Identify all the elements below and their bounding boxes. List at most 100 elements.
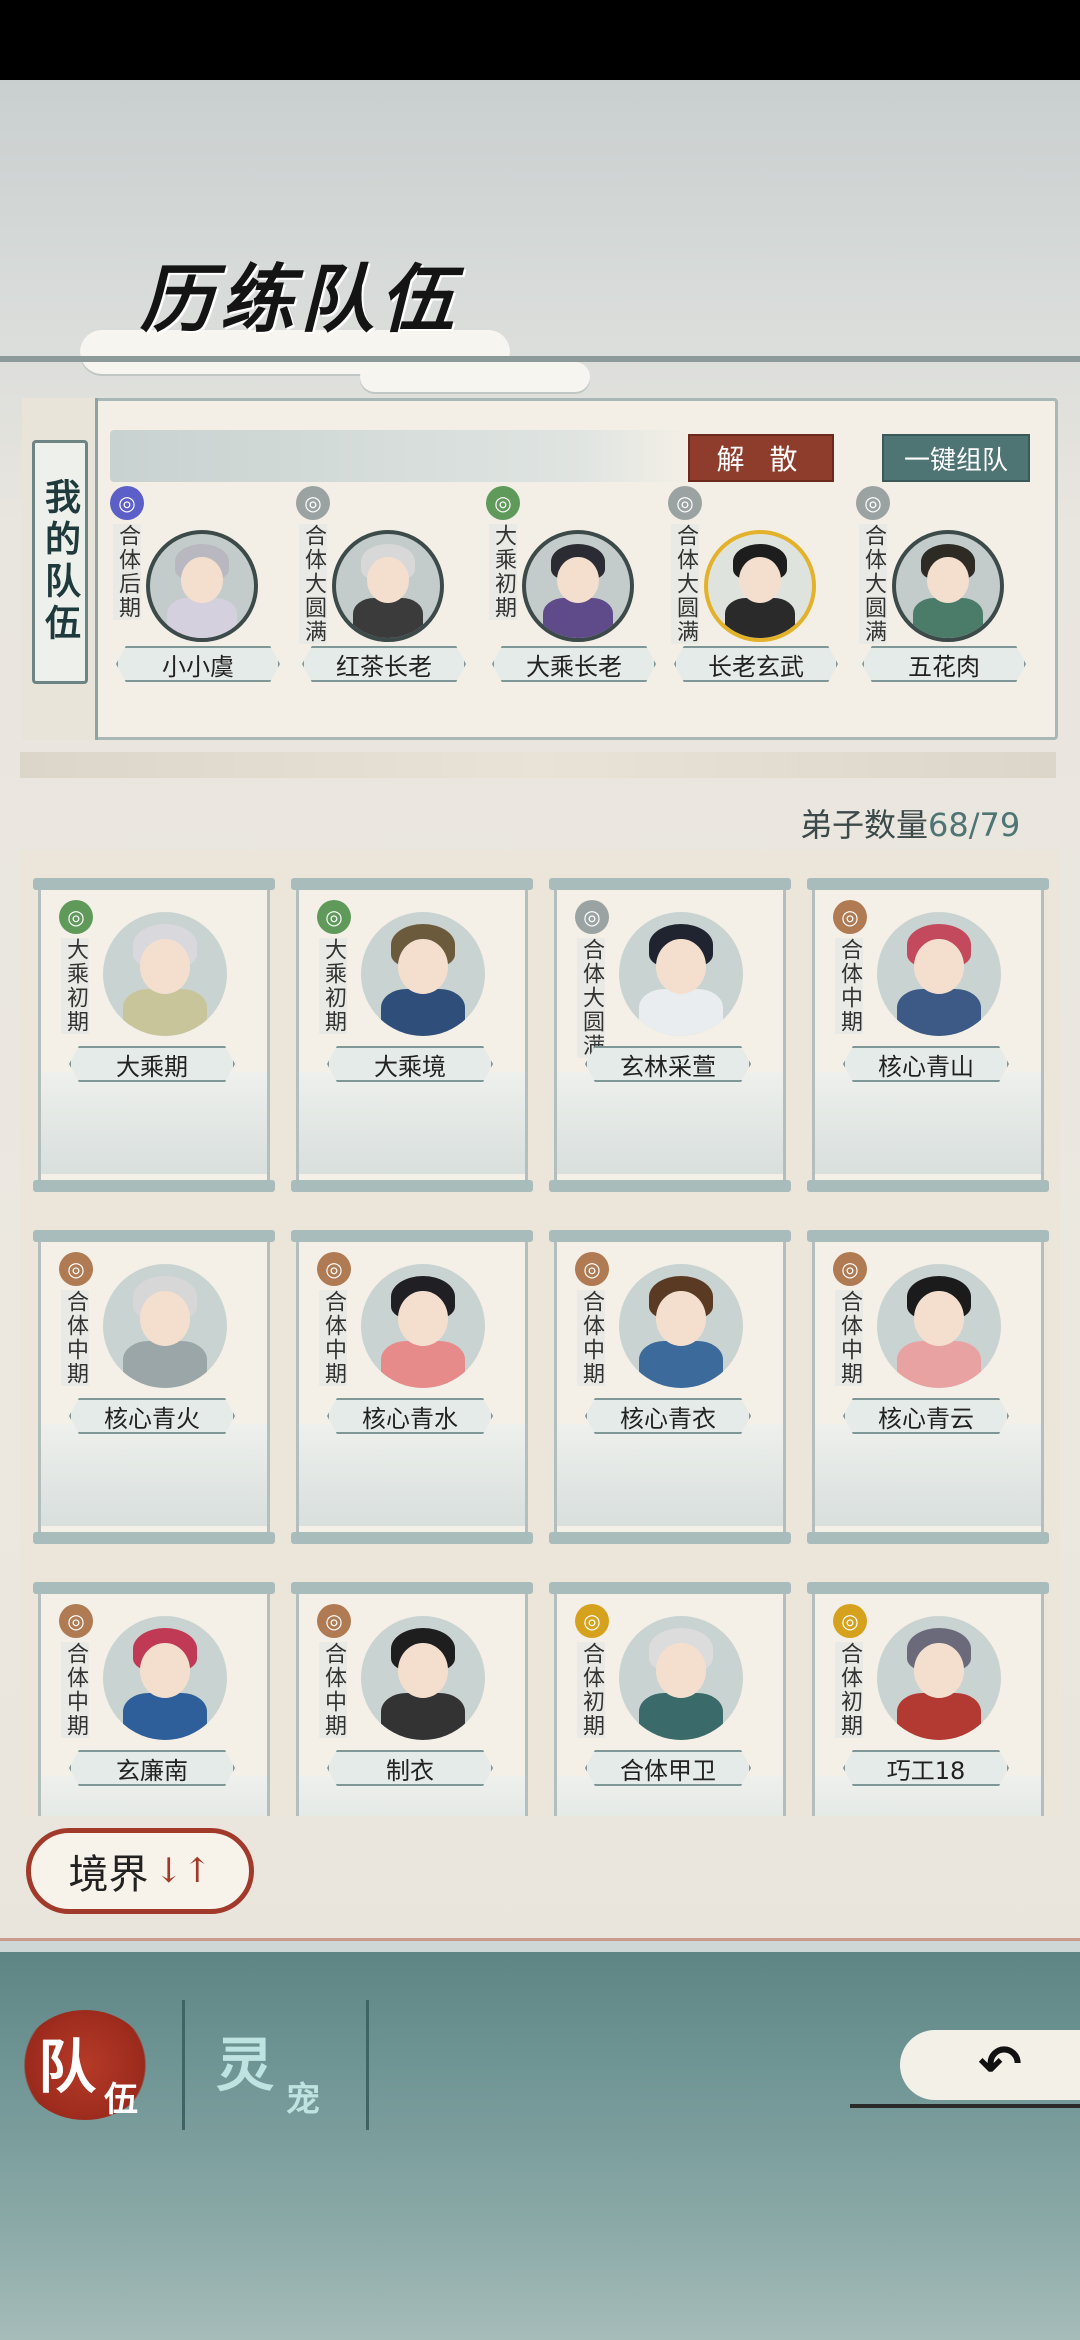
face-shape	[367, 556, 409, 603]
realm-badge-icon: ◎	[833, 1252, 867, 1286]
tab-divider	[182, 2000, 185, 2130]
scroll-rod-top	[33, 1582, 275, 1594]
face-shape	[398, 1643, 448, 1698]
disciple-card[interactable]: ◎ 合体中期 核心青水	[291, 1230, 533, 1544]
disciple-card[interactable]: ◎ 合体中期核心青火	[33, 1230, 275, 1544]
disciple-name-plate: 玄林采萱	[585, 1046, 751, 1082]
member-name-plate: 大乘长老	[492, 646, 656, 682]
tab-pet-char-1: 灵	[216, 2031, 275, 2099]
scroll-rod-top	[549, 1230, 791, 1242]
disciple-card[interactable]: ◎ 合体中期 核心青云	[807, 1230, 1049, 1544]
character-portrait	[877, 1616, 1001, 1740]
scroll-rod-bottom	[33, 1532, 275, 1544]
realm-text: 合体中期	[319, 1290, 347, 1386]
tab-pet[interactable]: 灵 宠	[210, 2010, 340, 2120]
disciple-count-value: 68/79	[928, 806, 1021, 844]
disciple-name-plate: 巧工18	[843, 1750, 1009, 1786]
roof-line-decoration	[0, 356, 1080, 362]
face-shape	[914, 1291, 964, 1346]
sort-label: 境界	[68, 1852, 149, 1898]
body-shape	[380, 988, 466, 1036]
team-panel-bottom-band	[20, 752, 1056, 778]
body-shape	[380, 1340, 466, 1388]
body-shape	[352, 598, 424, 638]
disciple-grid[interactable]: ◎ 大乘初期 大乘期 ◎ 大乘初期 大乘境 ◎ 合体大圆满 玄林采萱 ◎ 合体中期 核心青山 ◎ 合体中期…	[20, 850, 1060, 1816]
scroll-rod-top	[807, 1582, 1049, 1594]
character-portrait	[332, 530, 444, 642]
body-shape	[638, 1340, 724, 1388]
disciple-count: 弟子数量68/79	[800, 800, 1020, 846]
disciple-name-plate: 大乘期	[69, 1046, 235, 1082]
disciple-card[interactable]: ◎ 大乘初期 大乘期	[33, 878, 275, 1192]
back-arrow-icon[interactable]: ↶	[960, 2030, 1040, 2100]
disciple-card[interactable]: ◎ 合体中期 核心青山	[807, 878, 1049, 1192]
member-name-plate: 小小虞	[116, 646, 280, 682]
card-mist-decoration	[41, 1072, 267, 1174]
body-shape	[380, 1692, 466, 1740]
team-slot[interactable]: ◎ 合体大圆满 长老玄武	[668, 486, 846, 686]
character-portrait	[619, 1264, 743, 1388]
scroll-rod-top	[291, 878, 533, 890]
realm-text: 合体初期	[835, 1642, 863, 1738]
realm-badge-icon: ◎	[59, 1252, 93, 1286]
scroll-rod-top	[291, 1230, 533, 1242]
scroll-rod-top	[33, 878, 275, 890]
scroll-rod-top	[549, 1582, 791, 1594]
tab-team[interactable]: 队 伍	[20, 2010, 150, 2120]
realm-text: 合体中期	[61, 1290, 89, 1386]
team-header-bar	[110, 430, 690, 482]
scroll-rod-top	[807, 1230, 1049, 1242]
realm-text: 合体中期	[835, 938, 863, 1034]
body-shape	[122, 1692, 208, 1740]
character-portrait	[704, 530, 816, 642]
team-slot[interactable]: ◎ 合体大圆满 红茶长老	[296, 486, 474, 686]
disciple-card[interactable]: ◎ 合体大圆满 玄林采萱	[549, 878, 791, 1192]
face-shape	[656, 1291, 706, 1346]
disciple-name-plate: 核心青火	[69, 1398, 235, 1434]
team-slot[interactable]: ◎ 大乘初期 大乘长老	[486, 486, 664, 686]
disciple-card[interactable]: ◎ 大乘初期 大乘境	[291, 878, 533, 1192]
character-portrait	[522, 530, 634, 642]
title-cloud-decoration-2	[360, 362, 590, 392]
team-slot[interactable]: ◎ 合体大圆满 五花肉	[856, 486, 1034, 686]
realm-text: 合体大圆满	[577, 938, 605, 1058]
disband-button[interactable]: 解 散	[688, 434, 834, 482]
scroll-rod-top	[549, 878, 791, 890]
realm-badge-icon: ◎	[59, 900, 93, 934]
face-shape	[398, 1291, 448, 1346]
team-slot[interactable]: ◎ 合体后期 小小虞	[110, 486, 288, 686]
face-shape	[140, 1643, 190, 1698]
disciple-name-plate: 大乘境	[327, 1046, 493, 1082]
page-title: 历练队伍	[140, 257, 460, 343]
sort-by-realm-button[interactable]: 境界 ↓↑	[26, 1828, 254, 1914]
character-portrait	[361, 1264, 485, 1388]
realm-badge-icon: ◎	[317, 1604, 351, 1638]
body-shape	[122, 1340, 208, 1388]
character-portrait	[361, 912, 485, 1036]
disciple-card[interactable]: ◎ 合体初期 巧工18	[807, 1582, 1049, 1816]
character-portrait	[146, 530, 258, 642]
disciple-card[interactable]: ◎ 合体中期 玄廉南	[33, 1582, 275, 1816]
member-name-plate: 长老玄武	[674, 646, 838, 682]
team-panel-label: 我的队伍	[32, 440, 88, 684]
auto-team-button[interactable]: 一键组队	[882, 434, 1030, 482]
disciple-name-plate: 核心青衣	[585, 1398, 751, 1434]
realm-badge-icon: ◎	[317, 900, 351, 934]
character-portrait	[103, 912, 227, 1036]
scroll-rod-bottom	[807, 1180, 1049, 1192]
face-shape	[927, 556, 969, 603]
realm-badge-icon: ◎	[575, 1252, 609, 1286]
card-mist-decoration	[815, 1072, 1041, 1174]
realm-text: 合体大圆满	[859, 524, 887, 644]
disciple-card[interactable]: ◎ 合体初期 合体甲卫	[549, 1582, 791, 1816]
realm-text: 合体中期	[577, 1290, 605, 1386]
realm-badge-icon: ◎	[833, 900, 867, 934]
face-shape	[739, 556, 781, 603]
character-portrait	[877, 1264, 1001, 1388]
disciple-name-plate: 核心青云	[843, 1398, 1009, 1434]
scroll-rod-top	[33, 1230, 275, 1242]
body-shape	[896, 988, 982, 1036]
bottom-edge	[0, 1938, 1080, 1952]
disciple-card[interactable]: ◎ 合体中期 制衣	[291, 1582, 533, 1816]
disciple-card[interactable]: ◎ 合体中期核心青衣	[549, 1230, 791, 1544]
